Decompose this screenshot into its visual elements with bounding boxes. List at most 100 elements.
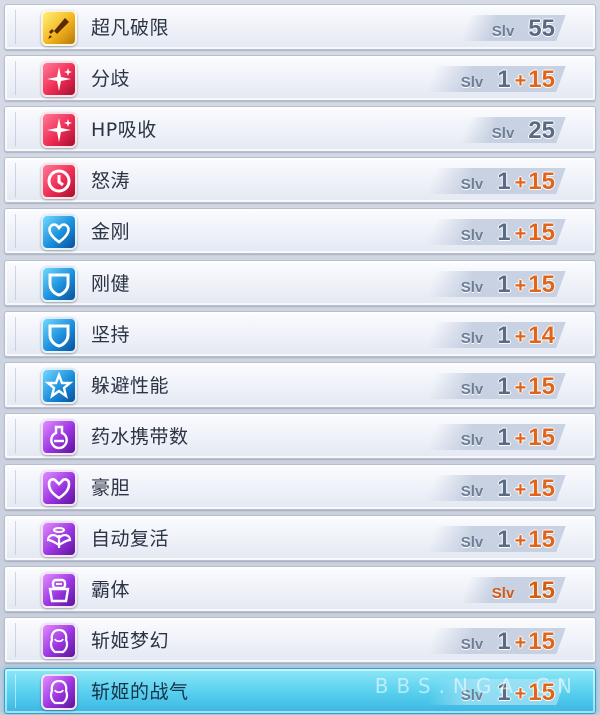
- skill-row[interactable]: 刚健 Slv 1 +15: [4, 259, 596, 306]
- bonus-level: 14: [528, 321, 555, 349]
- plus-sign: +: [514, 172, 527, 195]
- skill-row[interactable]: 药水携带数 Slv 1 +15: [4, 412, 596, 459]
- base-level: 1: [497, 474, 511, 502]
- bonus-level: 15: [528, 219, 555, 247]
- plus-sign: +: [514, 530, 527, 552]
- skill-level: Slv 1 +15: [461, 524, 555, 554]
- skill-row[interactable]: 坚持 Slv 1 +14: [4, 310, 596, 357]
- slv-label: Slv: [460, 74, 484, 92]
- skill-level: Slv 1 +15: [461, 64, 555, 94]
- slv-label: Slv: [460, 482, 484, 500]
- sparkle-icon: [41, 61, 77, 98]
- skill-row[interactable]: 分歧 Slv 1 +15: [4, 55, 596, 102]
- shield-icon: [41, 316, 77, 353]
- bonus-level: 15: [528, 628, 555, 656]
- skill-level: Slv 1 +15: [461, 166, 555, 196]
- armor-icon: [41, 572, 77, 609]
- plus-sign: +: [514, 478, 527, 501]
- bonus-level: 15: [528, 168, 555, 196]
- skill-name: 坚持: [91, 323, 131, 346]
- bonus-level: 15: [528, 423, 555, 451]
- skill-level: Slv 1 +15: [461, 371, 555, 401]
- plus-sign: +: [514, 325, 527, 348]
- base-level: 1: [497, 526, 511, 553]
- skill-list: 超凡破限 Slv 55 分歧 Slv 1 +15 HP吸收 Slv 25 怒涛 Slv 1 +15 金刚 Sl…: [0, 0, 600, 715]
- muscle-icon: [41, 469, 77, 506]
- skill-name: 药水携带数: [91, 425, 189, 448]
- bonus-level: 15: [528, 372, 555, 400]
- slv-label: Slv: [460, 636, 484, 654]
- plus-sign: +: [514, 427, 527, 450]
- skill-row[interactable]: 自动复活 Slv 1 +15: [4, 515, 596, 561]
- skill-level: Slv 1 +14: [461, 320, 555, 350]
- plus-sign: +: [514, 632, 527, 655]
- skill-name: 分歧: [91, 68, 131, 91]
- skill-name: 霸体: [91, 579, 131, 602]
- skill-row[interactable]: 斩姬梦幻 Slv 1 +15: [4, 617, 596, 664]
- skill-level: Slv 25: [492, 115, 555, 145]
- skill-level: Slv 55: [492, 13, 555, 43]
- slv-label: Slv: [491, 585, 515, 603]
- base-level: 1: [497, 423, 511, 451]
- star-icon: [41, 367, 77, 404]
- portrait-icon: [41, 674, 77, 711]
- bonus-level: 15: [528, 474, 555, 502]
- skill-level: Slv 1 +15: [461, 473, 555, 503]
- base-level: 25: [528, 117, 555, 145]
- potion-icon: [41, 418, 77, 455]
- sparkle-icon: [41, 112, 77, 149]
- skill-row[interactable]: 超凡破限 Slv 55: [4, 4, 596, 50]
- plus-sign: +: [514, 376, 527, 399]
- base-level: 1: [497, 628, 511, 656]
- angel-icon: [41, 521, 77, 557]
- skill-row[interactable]: 豪胆 Slv 1 +15: [4, 463, 596, 510]
- skill-name: 怒涛: [91, 170, 131, 193]
- slv-label: Slv: [460, 227, 484, 245]
- skill-row[interactable]: 霸体 Slv 15: [4, 566, 596, 613]
- skill-level: Slv 1 +15: [461, 422, 555, 452]
- slv-label: Slv: [460, 176, 484, 194]
- plus-sign: +: [514, 223, 527, 246]
- slv-label: Slv: [460, 329, 484, 347]
- bonus-level: 15: [528, 526, 555, 553]
- clock-icon: [41, 163, 77, 200]
- base-level: 15: [528, 577, 555, 605]
- slv-label: Slv: [491, 23, 515, 40]
- bonus-level: 15: [528, 66, 555, 94]
- watermark: BBS.NGA.CN: [374, 674, 580, 698]
- slv-label: Slv: [460, 431, 484, 449]
- slv-label: Slv: [460, 380, 484, 398]
- shield-icon: [41, 265, 77, 302]
- base-level: 1: [497, 321, 511, 349]
- skill-row[interactable]: 金刚 Slv 1 +15: [4, 208, 596, 255]
- skill-level: Slv 1 +15: [461, 269, 555, 299]
- base-level: 1: [497, 270, 511, 298]
- skill-level: Slv 1 +15: [461, 217, 555, 247]
- sword-icon: [41, 10, 77, 46]
- skill-row[interactable]: 躲避性能 Slv 1 +15: [4, 361, 596, 408]
- skill-name: 斩姬梦幻: [91, 630, 170, 653]
- slv-label: Slv: [460, 534, 484, 551]
- skill-name: 刚健: [91, 272, 131, 295]
- bonus-level: 15: [528, 270, 555, 298]
- skill-name: 金刚: [91, 221, 131, 244]
- slv-label: Slv: [460, 278, 484, 296]
- skill-level: Slv 15: [492, 575, 555, 605]
- skill-name: 躲避性能: [91, 374, 170, 397]
- heart-icon: [41, 214, 77, 251]
- slv-label: Slv: [491, 125, 515, 143]
- skill-level: Slv 1 +15: [461, 626, 555, 656]
- base-level: 55: [528, 15, 555, 42]
- skill-name: 超凡破限: [91, 17, 170, 39]
- base-level: 1: [497, 66, 511, 94]
- skill-name: 豪胆: [91, 476, 131, 499]
- skill-name: 自动复活: [91, 528, 170, 550]
- base-level: 1: [497, 372, 511, 400]
- skill-name: HP吸收: [91, 119, 157, 142]
- portrait-icon: [41, 623, 77, 660]
- plus-sign: +: [514, 274, 527, 297]
- base-level: 1: [497, 219, 511, 247]
- skill-row[interactable]: HP吸收 Slv 25: [4, 106, 596, 153]
- skill-name: 斩姬的战气: [91, 681, 189, 704]
- skill-row[interactable]: 怒涛 Slv 1 +15: [4, 157, 596, 204]
